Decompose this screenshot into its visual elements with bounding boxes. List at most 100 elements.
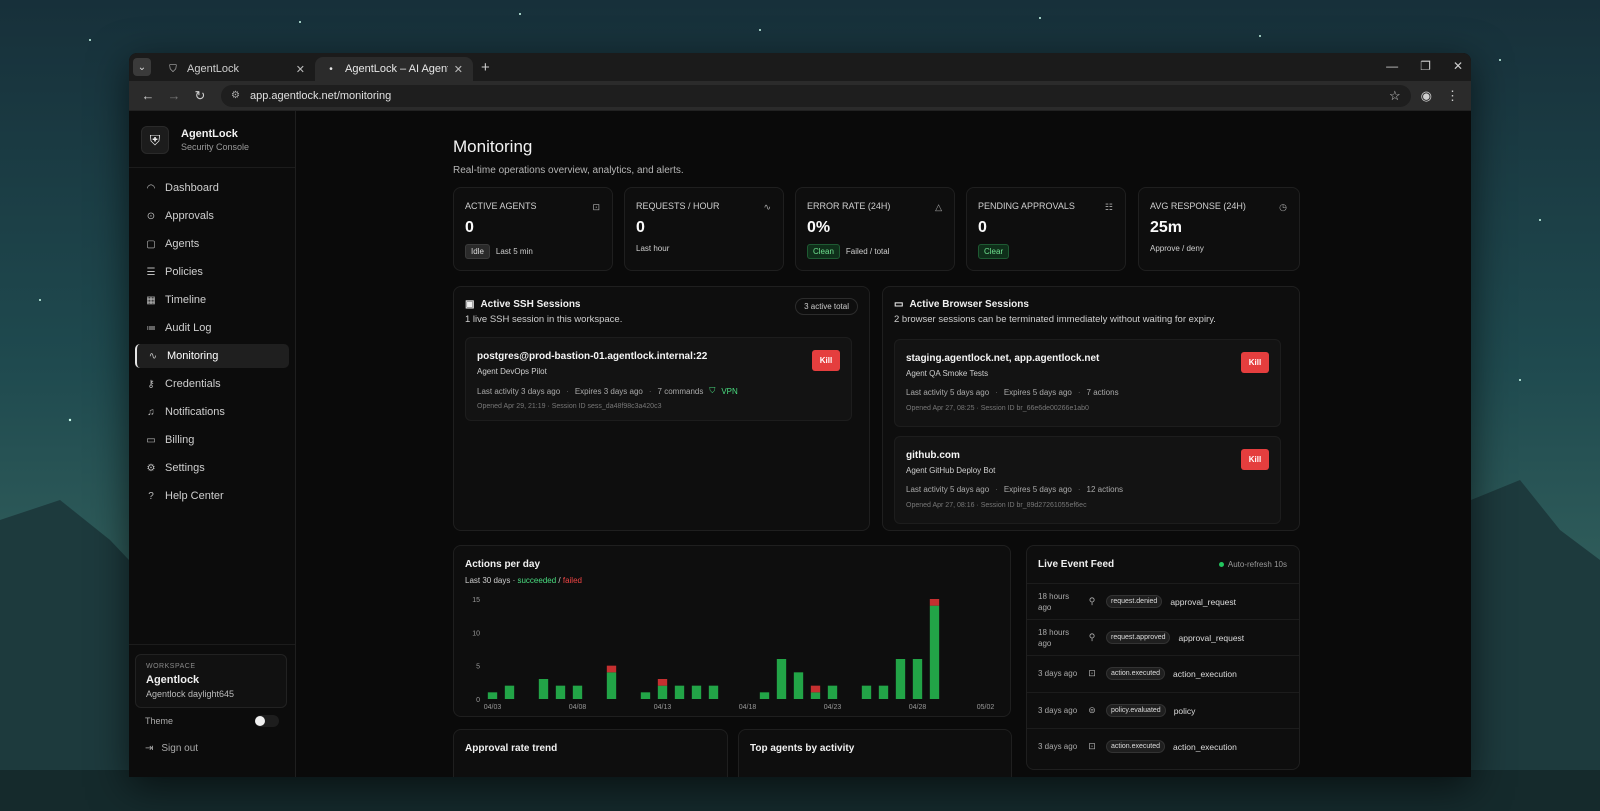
close-tab-icon[interactable]: ✕ [296, 63, 305, 76]
legend-separator: / [556, 576, 563, 585]
bar-succeeded[interactable] [657, 685, 668, 699]
bar-succeeded[interactable] [827, 685, 838, 699]
feed-title: Live Event Feed [1038, 559, 1115, 570]
sidebar-item-billing[interactable]: ▭ Billing [135, 428, 289, 452]
menu-icon[interactable]: ⋮ [1446, 88, 1459, 104]
theme-toggle[interactable] [255, 715, 279, 727]
reload-icon[interactable]: ↻ [189, 88, 211, 104]
bar-succeeded[interactable] [691, 685, 702, 699]
feed-event-row[interactable]: 3 days ago ⊜ policy.evaluated policy [1027, 692, 1299, 728]
bar-succeeded[interactable] [861, 685, 872, 699]
forward-icon[interactable]: → [163, 88, 185, 103]
feed-event-row[interactable]: 18 hours ago ⚲ request.approved approval… [1027, 619, 1299, 655]
kill-session-button[interactable]: Kill [1241, 352, 1269, 373]
event-type: approval_request [1178, 632, 1245, 643]
site-info-icon[interactable]: ⚙ [231, 90, 240, 101]
sidebar-item-settings[interactable]: ⚙ Settings [135, 456, 289, 480]
gear-icon: ⚙ [146, 462, 156, 474]
profile-icon[interactable]: ◉ [1421, 88, 1432, 104]
favicon-icon: • [329, 63, 333, 75]
section-title-text: Active SSH Sessions [480, 299, 581, 310]
sidebar-item-agents[interactable]: ▢ Agents [135, 232, 289, 256]
feed-event-row[interactable]: 18 hours ago ⚲ request.denied approval_r… [1027, 583, 1299, 619]
sidebar-item-timeline[interactable]: ▦ Timeline [135, 288, 289, 312]
sidebar-item-credentials[interactable]: ⚷ Credentials [135, 372, 289, 396]
sidebar-item-notifications[interactable]: ♫ Notifications [135, 400, 289, 424]
sidebar-item-help-center[interactable]: ? Help Center [135, 484, 289, 508]
bar-succeeded[interactable] [572, 685, 583, 699]
bar-succeeded[interactable] [640, 692, 651, 699]
bar-succeeded[interactable] [878, 685, 889, 699]
expires: Expires 5 days ago [1003, 485, 1072, 494]
bar-succeeded[interactable] [810, 692, 821, 699]
app-root: ⛨ AgentLock Security Console ◠ Dashboard … [129, 111, 1471, 777]
tab-search-button[interactable]: ⌄ [133, 58, 151, 76]
sidebar-item-dashboard[interactable]: ◠ Dashboard [135, 176, 289, 200]
minimize-icon[interactable]: — [1386, 59, 1398, 73]
bar-succeeded[interactable] [912, 659, 923, 699]
section-title-text: Active Browser Sessions [909, 299, 1029, 310]
page-title: Monitoring [453, 137, 533, 156]
bar-failed[interactable] [606, 665, 617, 673]
feed-event-row[interactable]: 3 days ago ⊡ action.executed action_exec… [1027, 728, 1299, 764]
bar-succeeded[interactable] [793, 672, 804, 699]
bar-succeeded[interactable] [504, 685, 515, 699]
sign-out-button[interactable]: ⇥ Sign out [145, 743, 198, 754]
sidebar-item-approvals[interactable]: ⊙ Approvals [135, 204, 289, 228]
restore-icon[interactable]: ❐ [1420, 59, 1431, 73]
browser-tab-approvals[interactable]: • AgentLock – AI Agent Approvals ✕ [315, 57, 473, 81]
bar-failed[interactable] [657, 679, 668, 686]
event-time: 3 days ago [1038, 742, 1078, 751]
kill-session-button[interactable]: Kill [812, 350, 840, 371]
meta-separator: · [648, 386, 652, 396]
sidebar-item-audit-log[interactable]: ≔ Audit Log [135, 316, 289, 340]
stat-value: 0 [465, 219, 474, 236]
close-tab-icon[interactable]: ✕ [454, 63, 463, 76]
bookmark-star-icon[interactable]: ☆ [1389, 88, 1401, 104]
bar-failed[interactable] [810, 685, 821, 693]
x-tick-label: 04/13 [654, 704, 672, 711]
new-tab-button[interactable]: + [481, 59, 490, 76]
last-activity: Last activity 5 days ago [906, 485, 990, 494]
sidebar-nav: ◠ Dashboard ⊙ Approvals ▢ Agents ☰ Policies … [129, 168, 295, 508]
back-icon[interactable]: ← [137, 88, 159, 103]
bar-succeeded[interactable] [776, 659, 787, 699]
bar-succeeded[interactable] [929, 605, 940, 699]
browser-sessions-title: ▭ Active Browser Sessions [894, 299, 1029, 310]
session-name: github.com [906, 450, 960, 461]
browser-sessions-subtitle: 2 browser sessions can be terminated imm… [894, 314, 1216, 325]
ssh-sessions-subtitle: 1 live SSH session in this workspace. [465, 314, 623, 325]
sidebar-item-label: Help Center [165, 490, 224, 502]
bar-succeeded[interactable] [555, 685, 566, 699]
bot-icon: ⊡ [592, 202, 600, 212]
stat-footnote: Failed / total [845, 247, 890, 256]
status-badge: Idle [465, 244, 490, 259]
workspace-switcher[interactable]: WORKSPACE Agentlock Agentlock daylight64… [135, 654, 287, 708]
bar-succeeded[interactable] [487, 692, 498, 699]
bar-failed[interactable] [929, 599, 940, 606]
brand[interactable]: ⛨ AgentLock Security Console [129, 111, 295, 168]
terminal-icon: ▣ [465, 299, 475, 310]
event-tag: request.denied [1106, 595, 1163, 608]
policy-icon: ⊜ [1088, 705, 1096, 715]
bar-succeeded[interactable] [606, 672, 617, 699]
bar-succeeded[interactable] [759, 692, 770, 699]
check-circle-icon: ⊙ [146, 210, 156, 222]
address-bar[interactable]: ⚙ app.agentlock.net/monitoring ☆ [221, 84, 1411, 107]
meta-separator: · [566, 386, 569, 396]
browser-tab-agentlock[interactable]: ⛉ AgentLock ✕ [157, 57, 315, 81]
monitor-icon: ▭ [894, 299, 904, 310]
event-time: 3 days ago [1038, 706, 1078, 715]
stat-label: ERROR RATE (24H) [807, 201, 891, 211]
bar-succeeded[interactable] [674, 685, 685, 699]
feed-event-row[interactable]: 3 days ago ⊡ action.executed action_exec… [1027, 655, 1299, 691]
sidebar-item-policies[interactable]: ☰ Policies [135, 260, 289, 284]
bar-succeeded[interactable] [708, 685, 719, 699]
bar-succeeded[interactable] [895, 659, 906, 699]
browser-session-item: staging.agentlock.net, app.agentlock.net… [894, 339, 1281, 427]
help-icon: ? [148, 490, 154, 502]
close-window-icon[interactable]: ✕ [1453, 59, 1463, 73]
kill-session-button[interactable]: Kill [1241, 449, 1269, 470]
sidebar-item-monitoring[interactable]: ∿ Monitoring [135, 344, 289, 368]
bar-succeeded[interactable] [538, 679, 549, 699]
